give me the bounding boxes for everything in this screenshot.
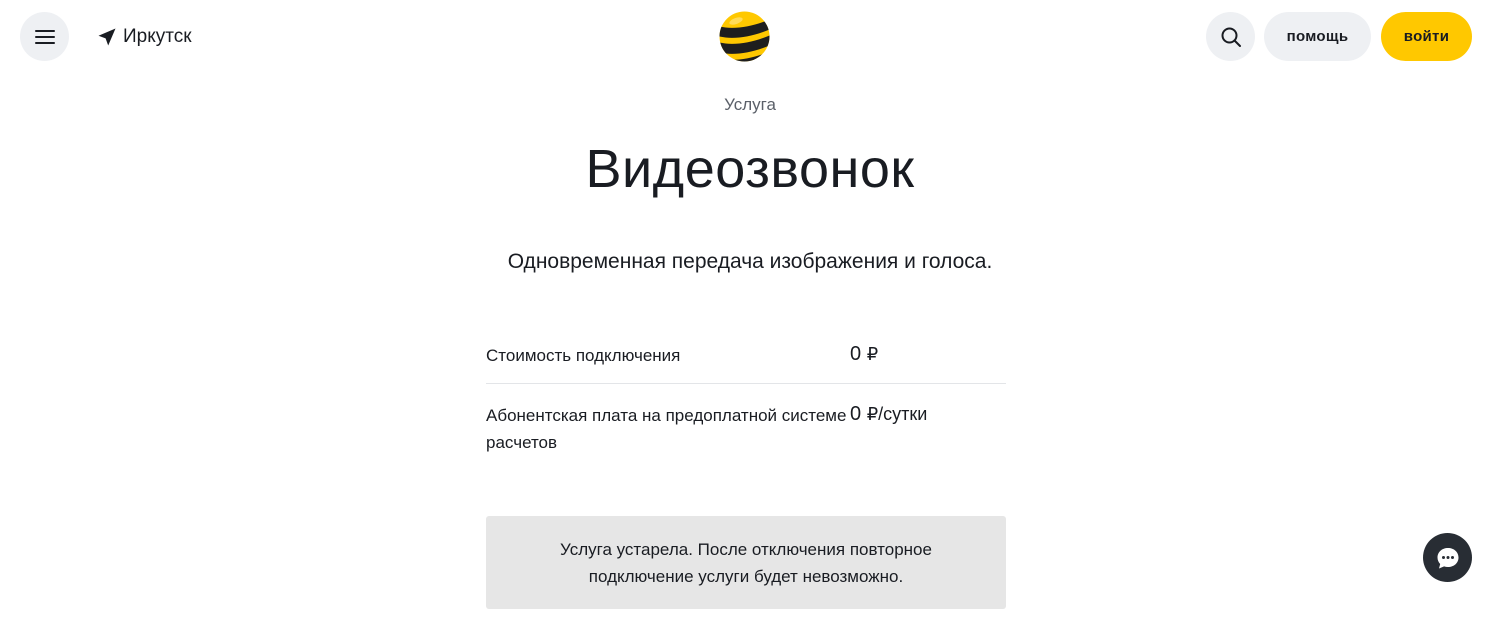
service-eyebrow: Услуга <box>724 95 776 114</box>
location-arrow-icon <box>98 28 116 46</box>
price-amount: 0 <box>850 403 862 425</box>
city-selector[interactable]: Иркутск <box>97 26 192 48</box>
search-icon <box>1221 27 1241 47</box>
price-unit: ₽ <box>866 344 879 364</box>
city-label: Иркутск <box>123 26 192 47</box>
price-label: Стоимость подключения <box>486 346 681 365</box>
price-row-subscription: Абонентская плата на предоплатной систем… <box>486 384 1006 468</box>
service-description: Одновременная передача изображения и гол… <box>507 250 993 273</box>
logo-icon <box>719 11 770 62</box>
chat-icon <box>1437 547 1458 568</box>
page-title: Видеозвонок <box>585 139 915 199</box>
price-unit: ₽/сутки <box>866 404 928 424</box>
help-button[interactable]: помощь <box>1264 12 1371 61</box>
menu-button[interactable] <box>20 12 69 61</box>
price-value: 0 ₽ <box>850 342 878 366</box>
chat-button[interactable] <box>1423 533 1472 582</box>
search-button[interactable] <box>1206 12 1255 61</box>
page: Иркутск помощь войти Услуга Видеозвонок … <box>0 0 1500 635</box>
price-row-connection: Стоимость подключения 0 ₽ <box>486 330 1006 384</box>
price-label: Абонентская плата на предоплатной систем… <box>486 406 847 452</box>
price-amount: 0 <box>850 343 862 365</box>
deprecated-notice: Услуга устарела. После отключения повтор… <box>486 516 1006 609</box>
notice-text: Услуга устарела. После отключения повтор… <box>560 539 932 586</box>
menu-icon <box>34 29 55 45</box>
price-table: Стоимость подключения 0 ₽ Абонентская пл… <box>486 330 1006 468</box>
login-button[interactable]: войти <box>1381 12 1472 61</box>
price-value: 0 ₽/сутки <box>850 402 927 426</box>
beeline-logo[interactable] <box>719 11 770 62</box>
